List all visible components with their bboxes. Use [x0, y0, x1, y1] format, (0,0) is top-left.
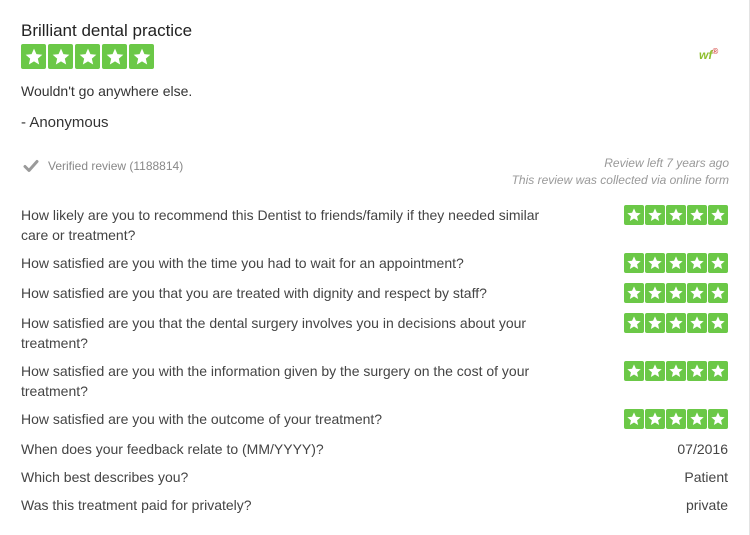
- star-icon: [75, 44, 100, 69]
- star-icon: [624, 409, 644, 429]
- star-icon: [708, 253, 728, 273]
- star-icon: [666, 283, 686, 303]
- star-icon: [624, 361, 644, 381]
- wf-logo: wf®: [699, 47, 719, 62]
- question-rating: [624, 409, 728, 429]
- question-rating: [624, 205, 728, 225]
- star-icon: [645, 361, 665, 381]
- question-rating: [624, 361, 728, 381]
- question-cost-info: How satisfied are you with the informati…: [21, 363, 530, 399]
- verified-label: Verified review (1188814): [48, 159, 184, 173]
- question-wait-time: How satisfied are you with the time you …: [21, 255, 464, 271]
- question-rating: [624, 313, 728, 333]
- answer-paid-privately: private: [685, 497, 728, 513]
- review-card: Brilliant dental practice wf® Wouldn't g…: [0, 0, 750, 535]
- verified-badge: Verified review (1188814): [23, 158, 183, 174]
- star-icon: [624, 253, 644, 273]
- star-icon: [708, 283, 728, 303]
- star-icon: [687, 361, 707, 381]
- star-icon: [645, 313, 665, 333]
- star-icon: [708, 205, 728, 225]
- star-icon: [624, 283, 644, 303]
- star-icon: [666, 205, 686, 225]
- answer-describes-you: Patient: [684, 469, 728, 485]
- review-body: Wouldn't go anywhere else.: [21, 83, 193, 99]
- overall-rating: [21, 44, 154, 69]
- question-rating: [624, 253, 728, 273]
- star-icon: [687, 409, 707, 429]
- star-icon: [687, 313, 707, 333]
- question-recommend: How likely are you to recommend this Den…: [21, 207, 540, 243]
- star-icon: [666, 313, 686, 333]
- question-paid-privately: Was this treatment paid for privately?: [21, 497, 252, 513]
- review-meta: Review left 7 years ago This review was …: [512, 155, 729, 189]
- star-icon: [645, 253, 665, 273]
- star-icon: [708, 361, 728, 381]
- question-decisions: How satisfied are you that the dental su…: [21, 315, 527, 351]
- review-age: Review left 7 years ago: [604, 156, 729, 170]
- collection-method: This review was collected via online for…: [511, 173, 729, 187]
- star-icon: [645, 205, 665, 225]
- star-icon: [708, 313, 728, 333]
- star-icon: [129, 44, 154, 69]
- question-outcome: How satisfied are you with the outcome o…: [21, 411, 383, 427]
- star-icon: [666, 361, 686, 381]
- star-icon: [708, 409, 728, 429]
- question-dignity: How satisfied are you that you are treat…: [21, 285, 487, 301]
- star-icon: [687, 283, 707, 303]
- review-author: - Anonymous: [21, 114, 109, 131]
- question-rating: [624, 283, 728, 303]
- question-feedback-date: When does your feedback relate to (MM/YY…: [21, 441, 324, 457]
- star-icon: [624, 313, 644, 333]
- star-icon: [687, 205, 707, 225]
- star-icon: [48, 44, 73, 69]
- answer-feedback-date: 07/2016: [677, 441, 728, 457]
- star-icon: [666, 253, 686, 273]
- check-icon: [23, 160, 39, 172]
- question-describes-you: Which best describes you?: [21, 469, 189, 485]
- star-icon: [645, 409, 665, 429]
- review-title: Brilliant dental practice: [21, 21, 193, 40]
- star-icon: [21, 44, 46, 69]
- star-icon: [645, 283, 665, 303]
- star-icon: [687, 253, 707, 273]
- star-icon: [102, 44, 127, 69]
- star-icon: [666, 409, 686, 429]
- star-icon: [624, 205, 644, 225]
